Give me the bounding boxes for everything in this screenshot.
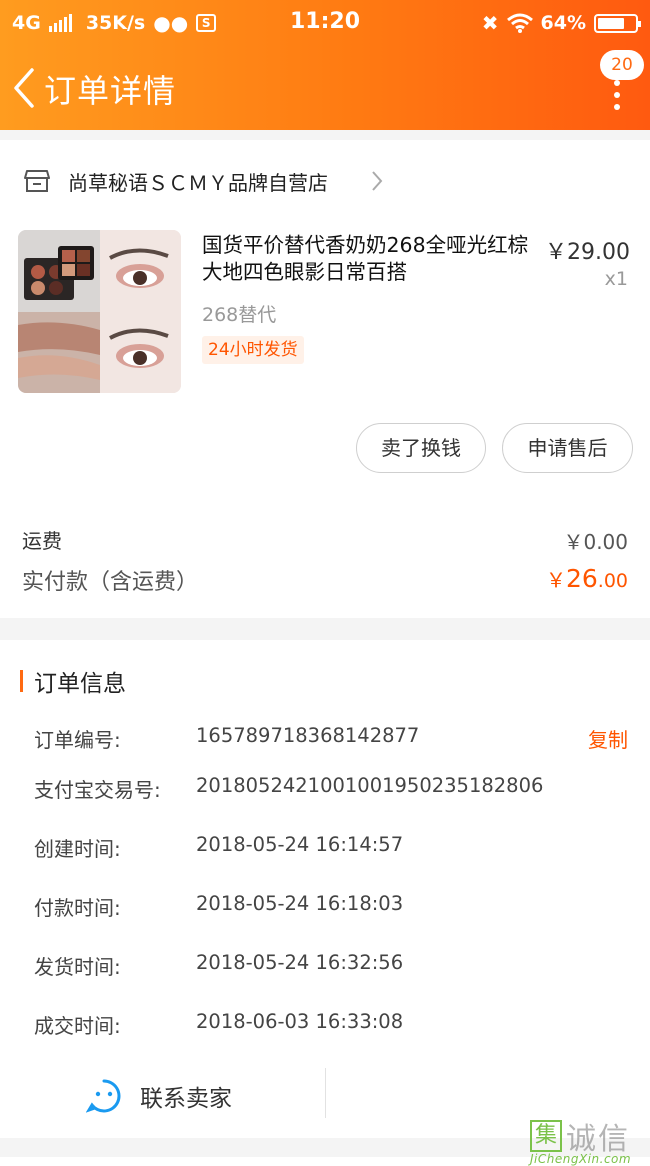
watermark-box-char: 集 <box>530 1120 562 1152</box>
paid-integer: 26 <box>565 564 598 593</box>
shop-header[interactable]: 尚草秘语ＳＣＭＹ品牌自营店 <box>24 166 328 196</box>
info-row-order-number: 订单编号: 165789718368142877 <box>34 724 634 754</box>
product-title[interactable]: 国货平价替代香奶奶268全哑光红棕大地四色眼影日常百搭 <box>202 232 532 286</box>
section-accent-bar <box>20 670 23 692</box>
sell-button[interactable]: 卖了换钱 <box>356 423 486 473</box>
info-value: 2018-05-24 16:14:57 <box>196 833 404 856</box>
shipping-fee-value: ￥0.00 <box>563 530 628 554</box>
paid-amount-value: ￥26.00 <box>546 564 628 593</box>
product-thumbnail[interactable] <box>18 230 181 393</box>
order-info-card: 订单信息 订单编号: 165789718368142877 复制 支付宝交易号:… <box>0 640 650 1138</box>
watermark-url: JiChengXin.com <box>530 1152 632 1166</box>
battery-icon <box>594 13 641 33</box>
wifi-icon <box>506 13 533 33</box>
header-bar: 4G 35K/s ●● S 11:20 ✖ 64% 订单详情 20 <box>0 0 650 130</box>
product-price: ￥29.00 <box>545 240 630 265</box>
section-title: 订单信息 <box>34 671 126 697</box>
info-row-created-time: 创建时间: 2018-05-24 16:14:57 <box>34 833 634 863</box>
info-label: 创建时间: <box>34 837 121 861</box>
contact-seller-label: 联系卖家 <box>140 1086 232 1112</box>
product-quantity: x1 <box>604 268 628 290</box>
chat-smile-icon <box>86 1079 121 1113</box>
shop-name: 尚草秘语ＳＣＭＹ品牌自营店 <box>68 170 328 195</box>
message-count-badge: 20 <box>600 50 644 80</box>
shipping-fee-label: 运费 <box>22 529 62 553</box>
info-value: 165789718368142877 <box>196 724 420 747</box>
order-item-card: 尚草秘语ＳＣＭＹ品牌自营店 国货平价替代香奶奶268全哑光红棕大地四色眼影日常百… <box>0 140 650 618</box>
after-sale-button[interactable]: 申请售后 <box>502 423 633 473</box>
info-label: 订单编号: <box>34 728 121 752</box>
status-bar: 4G 35K/s ●● S 11:20 ✖ 64% <box>0 0 650 46</box>
info-label: 发货时间: <box>34 955 121 979</box>
paid-currency: ￥ <box>545 568 566 592</box>
chevron-right-icon <box>372 171 383 191</box>
info-value: 2018-06-03 16:33:08 <box>196 1010 404 1033</box>
info-label: 成交时间: <box>34 1014 121 1038</box>
info-row-alipay-number: 支付宝交易号: 2018052421001001950235182806 <box>34 774 634 804</box>
info-label: 付款时间: <box>34 896 121 920</box>
mute-icon: ✖ <box>481 11 499 35</box>
info-row-shipped-time: 发货时间: 2018-05-24 16:32:56 <box>34 951 634 981</box>
info-row-paid-time: 付款时间: 2018-05-24 16:18:03 <box>34 892 634 922</box>
back-arrow-icon[interactable] <box>10 66 40 110</box>
shop-icon <box>24 170 50 192</box>
copy-button[interactable]: 复制 <box>588 724 628 753</box>
page-title: 订单详情 <box>44 72 177 110</box>
info-value: 2018052421001001950235182806 <box>196 774 544 797</box>
contact-seller-button[interactable]: 联系卖家 <box>86 1078 232 1114</box>
info-row-completed-time: 成交时间: 2018-06-03 16:33:08 <box>34 1010 634 1040</box>
shipping-tag: 24小时发货 <box>202 336 304 364</box>
watermark-logo: 集 诚信 JiChengXin.com <box>530 1114 650 1166</box>
battery-percent: 64% <box>540 12 586 34</box>
paid-amount-label: 实付款（含运费） <box>22 570 199 595</box>
product-variant: 268替代 <box>202 304 277 326</box>
paid-decimal: .00 <box>597 570 628 592</box>
info-value: 2018-05-24 16:32:56 <box>196 951 404 974</box>
info-label: 支付宝交易号: <box>34 778 161 802</box>
nav-bar: 订单详情 20 <box>0 48 650 130</box>
divider <box>325 1068 326 1118</box>
info-value: 2018-05-24 16:18:03 <box>196 892 404 915</box>
more-menu-icon[interactable] <box>612 80 622 116</box>
